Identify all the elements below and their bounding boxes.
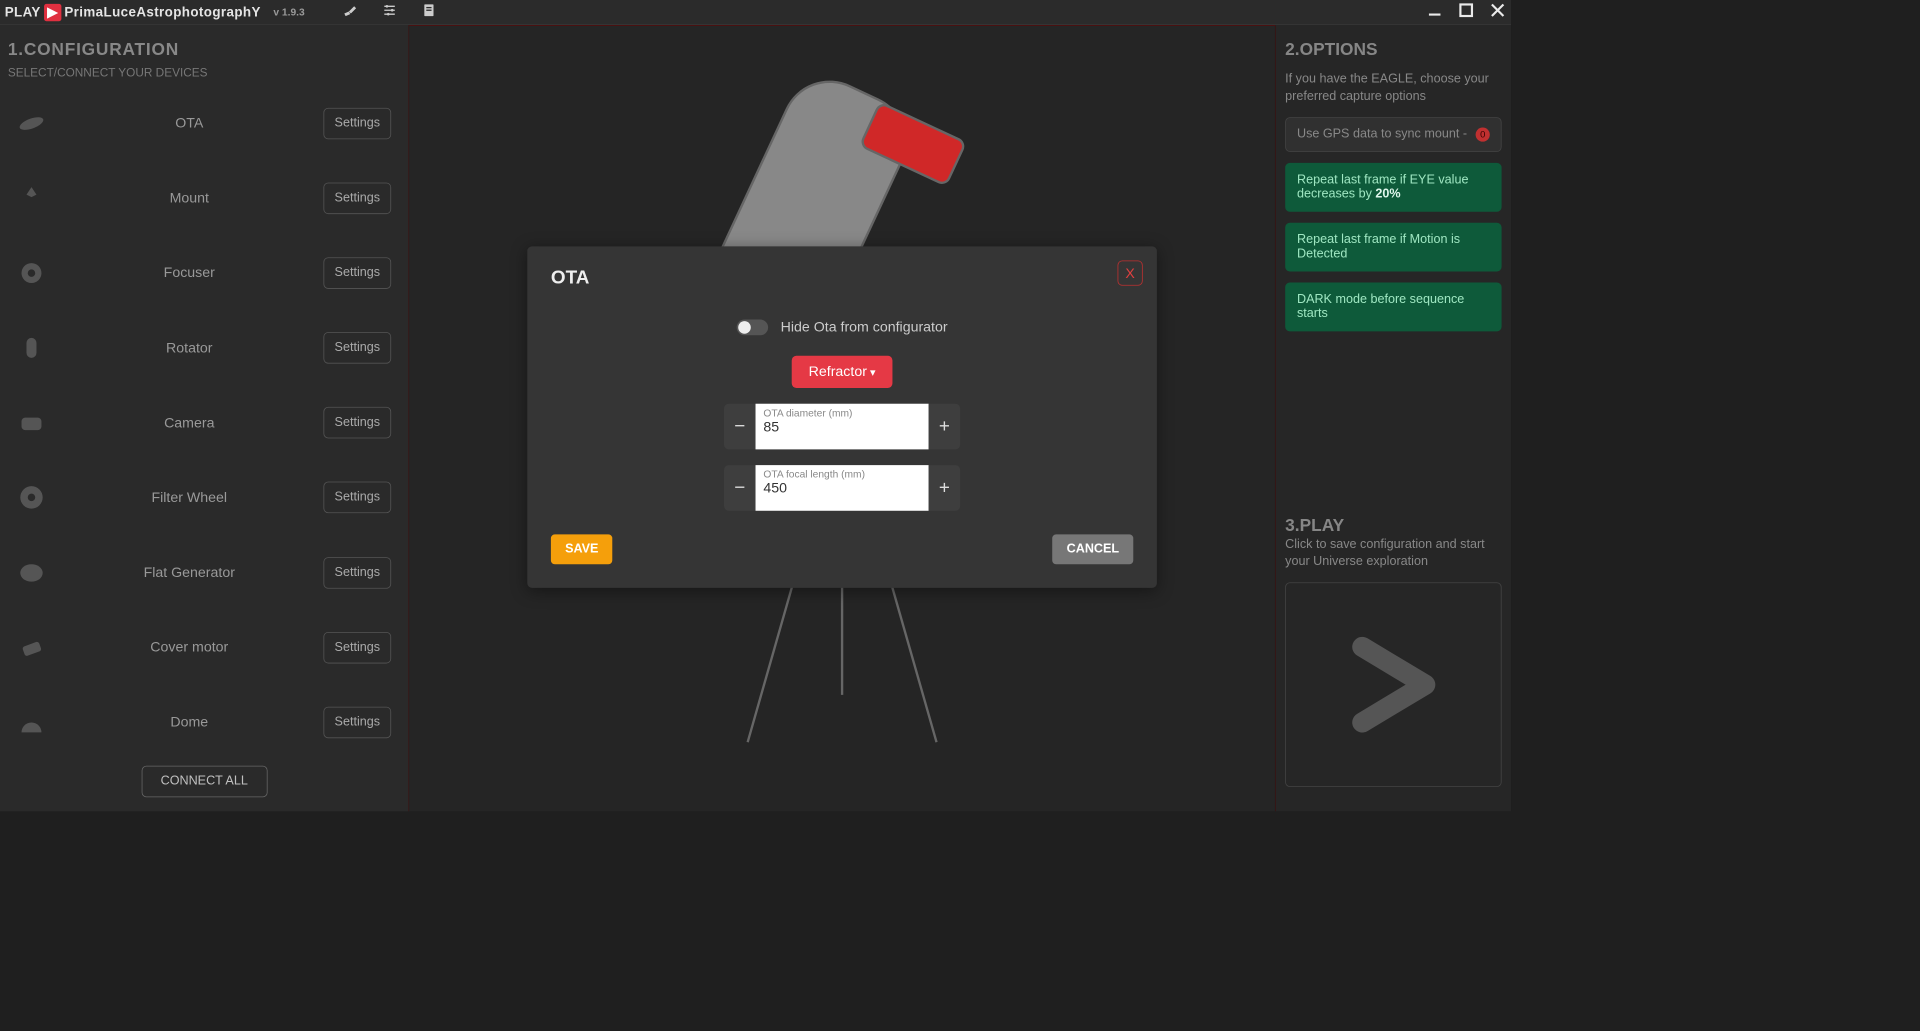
ota-settings-button[interactable]: Settings [323, 107, 391, 138]
ota-dialog: OTA X Hide Ota from configurator Refract… [527, 246, 1157, 588]
mount-icon [8, 183, 55, 213]
diameter-stepper: − OTA diameter (mm) + [724, 404, 960, 450]
focuser-settings-button[interactable]: Settings [323, 257, 391, 288]
gps-sync-label: Use GPS data to sync mount - [1297, 127, 1467, 141]
device-row-filter-wheel: Filter Wheel Settings [8, 460, 401, 535]
device-label: Dome [55, 714, 323, 731]
ota-type-dropdown[interactable]: Refractor [791, 356, 892, 388]
device-label: Mount [55, 190, 323, 207]
device-label: Filter Wheel [55, 489, 323, 506]
options-title: 2.OPTIONS [1285, 39, 1501, 59]
save-button[interactable]: SAVE [551, 534, 613, 564]
minimize-icon[interactable] [1426, 2, 1443, 23]
app-version: v 1.9.3 [273, 6, 304, 18]
play-subtitle: Click to save configuration and start yo… [1285, 536, 1501, 571]
focal-stepper: − OTA focal length (mm) + [724, 465, 960, 511]
device-label: Flat Generator [55, 564, 323, 581]
filter-wheel-icon [8, 483, 55, 513]
app-name: PrimaLuceAstrophotographY [64, 4, 260, 20]
device-label: Rotator [55, 340, 323, 357]
device-row-focuser: Focuser Settings [8, 236, 401, 311]
sliders-icon[interactable] [382, 2, 398, 22]
diameter-label: OTA diameter (mm) [763, 407, 920, 419]
focal-increment-button[interactable]: + [929, 465, 960, 511]
eye-option-value: 20% [1375, 187, 1400, 200]
options-panel: 2.OPTIONS If you have the EAGLE, choose … [1275, 25, 1511, 811]
camera-settings-button[interactable]: Settings [323, 407, 391, 438]
app-logo-icon: ▶ [44, 4, 61, 21]
close-icon[interactable] [1489, 2, 1506, 23]
preview-area: OTA X Hide Ota from configurator Refract… [409, 25, 1275, 811]
hide-ota-label: Hide Ota from configurator [781, 319, 948, 336]
device-row-flat-generator: Flat Generator Settings [8, 535, 401, 610]
motion-option-label: Repeat last frame if Motion is Detected [1297, 233, 1490, 261]
telescope-icon[interactable] [342, 2, 358, 22]
device-row-camera: Camera Settings [8, 385, 401, 460]
cover-motor-settings-button[interactable]: Settings [323, 632, 391, 663]
device-row-dome: Dome Settings [8, 685, 401, 760]
focuser-icon [8, 258, 55, 288]
filter-wheel-settings-button[interactable]: Settings [323, 482, 391, 513]
device-row-mount: Mount Settings [8, 161, 401, 236]
configuration-subtitle: SELECT/CONNECT YOUR DEVICES [8, 66, 401, 79]
dark-mode-option[interactable]: DARK mode before sequence starts [1285, 282, 1501, 331]
device-label: Cover motor [55, 639, 323, 656]
device-label: Focuser [55, 265, 323, 282]
dialog-title: OTA [551, 267, 1133, 289]
focal-input[interactable] [763, 480, 920, 497]
focal-decrement-button[interactable]: − [724, 465, 755, 511]
device-row-ota: OTA Settings [8, 86, 401, 161]
play-title: 3.PLAY [1285, 515, 1501, 535]
diameter-decrement-button[interactable]: − [724, 404, 755, 450]
device-row-cover-motor: Cover motor Settings [8, 610, 401, 685]
dome-settings-button[interactable]: Settings [323, 707, 391, 738]
dark-option-label: DARK mode before sequence starts [1297, 293, 1490, 321]
flat-generator-icon [8, 558, 55, 588]
rotator-icon [8, 333, 55, 363]
hide-ota-toggle[interactable] [737, 319, 768, 335]
document-icon[interactable] [421, 2, 437, 22]
play-icon [1330, 621, 1456, 747]
gps-sync-option[interactable]: Use GPS data to sync mount - 0 [1285, 117, 1501, 152]
maximize-icon[interactable] [1458, 2, 1475, 23]
motion-repeat-option[interactable]: Repeat last frame if Motion is Detected [1285, 223, 1501, 272]
mount-settings-button[interactable]: Settings [323, 182, 391, 213]
diameter-input[interactable] [763, 419, 920, 436]
cover-motor-icon [8, 632, 55, 662]
camera-icon [8, 408, 55, 438]
flat-generator-settings-button[interactable]: Settings [323, 557, 391, 588]
eye-repeat-option[interactable]: Repeat last frame if EYE value decreases… [1285, 163, 1501, 212]
titlebar: PLAY ▶ PrimaLuceAstrophotographY v 1.9.3 [0, 0, 1511, 25]
cancel-button[interactable]: CANCEL [1052, 534, 1133, 564]
configuration-panel: 1.CONFIGURATION SELECT/CONNECT YOUR DEVI… [0, 25, 409, 811]
play-button[interactable] [1285, 582, 1501, 787]
gps-badge: 0 [1476, 127, 1490, 141]
device-label: Camera [55, 415, 323, 432]
app-prefix: PLAY [5, 4, 41, 20]
diameter-increment-button[interactable]: + [929, 404, 960, 450]
dialog-close-button[interactable]: X [1118, 260, 1143, 285]
dome-icon [8, 707, 55, 737]
device-row-rotator: Rotator Settings [8, 310, 401, 385]
rotator-settings-button[interactable]: Settings [323, 332, 391, 363]
focal-label: OTA focal length (mm) [763, 468, 920, 480]
connect-all-button[interactable]: CONNECT ALL [141, 766, 267, 797]
options-subtitle: If you have the EAGLE, choose your prefe… [1285, 71, 1501, 106]
ota-icon [8, 108, 55, 138]
device-label: OTA [55, 115, 323, 132]
configuration-title: 1.CONFIGURATION [8, 39, 401, 59]
